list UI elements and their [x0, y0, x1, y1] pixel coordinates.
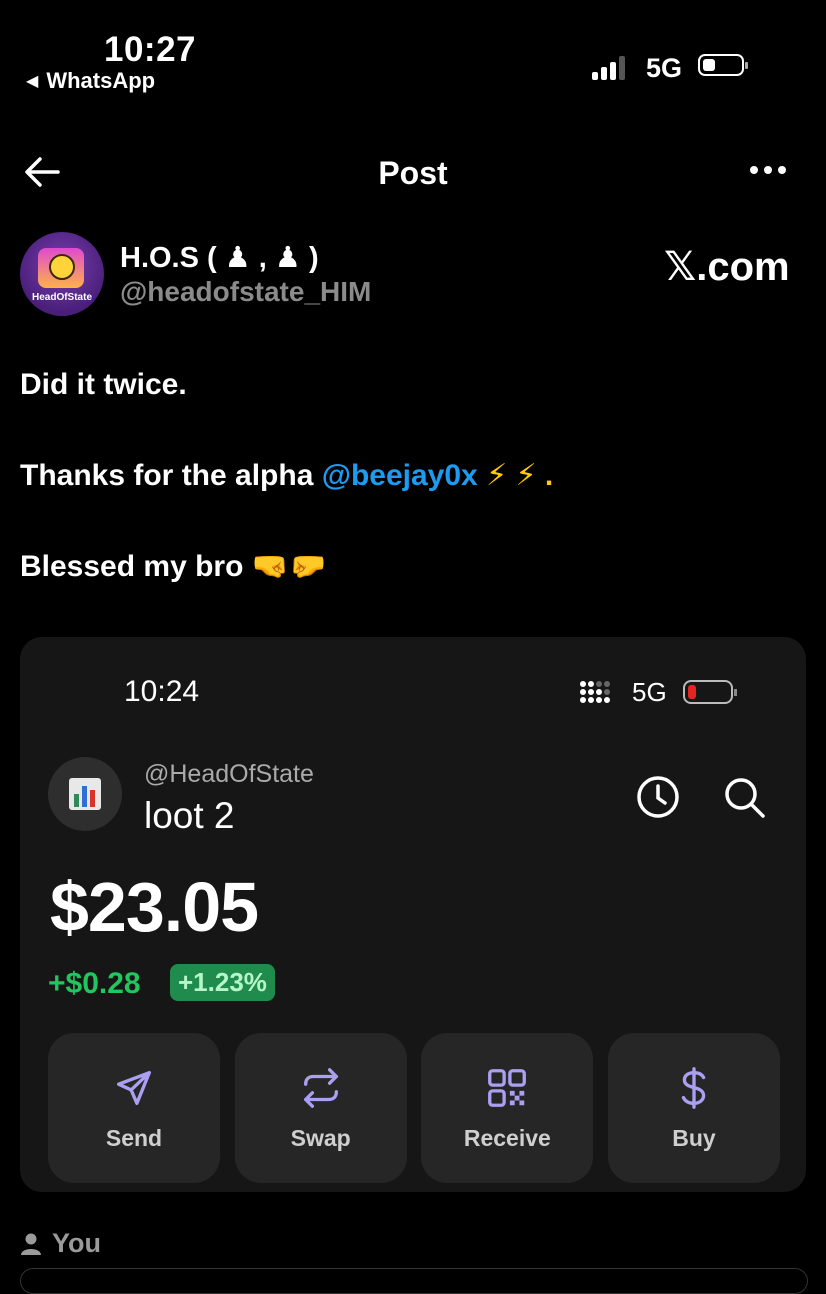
swap-icon	[303, 1067, 338, 1108]
search-icon[interactable]	[720, 773, 768, 821]
author-name[interactable]: H.O.S ( ♟ , ♟ )	[120, 240, 319, 275]
balance-amount: $23.05	[50, 868, 259, 946]
balance-change: +$0.28	[48, 967, 141, 1000]
signal-icon	[592, 54, 625, 80]
send-icon	[116, 1070, 152, 1105]
buy-label: Buy	[672, 1124, 716, 1151]
receive-label: Receive	[463, 1124, 551, 1151]
embedded-time: 10:24	[124, 675, 200, 708]
buy-button[interactable]: Buy	[607, 1033, 780, 1183]
source-label: 𝕏.com	[664, 245, 790, 289]
reply-box-edge[interactable]	[20, 1268, 808, 1294]
more-options-icon[interactable]	[748, 160, 788, 180]
mention-link[interactable]: @beejay0x	[322, 459, 478, 492]
account-chart-icon[interactable]	[48, 757, 122, 831]
fist-bump-emoji: 🤜🤛	[251, 550, 327, 583]
post-line-3-text: Blessed my bro	[20, 550, 252, 583]
embedded-signal-icon	[580, 681, 616, 703]
dollar-icon	[681, 1066, 706, 1109]
network-label: 5G	[646, 53, 683, 83]
post-line-1: Did it twice.	[20, 368, 187, 401]
embedded-battery-icon	[683, 680, 737, 704]
swap-button[interactable]: Swap	[234, 1033, 407, 1183]
you-label: You	[52, 1228, 101, 1258]
back-to-app-link[interactable]: ◀ WhatsApp	[26, 68, 155, 94]
embedded-network: 5G	[632, 677, 667, 707]
wallet-handle: @HeadOfState	[144, 760, 314, 788]
status-time: 10:27	[104, 30, 197, 69]
post-line-2: Thanks for the alpha @beejay0x ⚡ ⚡ .	[20, 458, 553, 493]
battery-icon	[698, 54, 748, 76]
back-app-label: WhatsApp	[46, 68, 156, 93]
avatar-label: HeadOfState	[31, 292, 92, 303]
post-line-3: Blessed my bro 🤜🤛	[20, 549, 326, 584]
change-percent-badge: +1.23%	[170, 964, 275, 1001]
back-triangle-icon: ◀	[26, 73, 39, 90]
receive-button[interactable]: Receive	[421, 1033, 594, 1183]
post-line-2-text: Thanks for the alpha	[20, 459, 322, 492]
qr-icon	[488, 1068, 527, 1107]
page-title: Post	[378, 155, 448, 191]
wallet-actions: Send Swap Receive Buy	[48, 1033, 780, 1183]
history-clock-icon[interactable]	[634, 773, 682, 821]
lightning-emoji: ⚡ ⚡ .	[477, 459, 554, 492]
author-handle[interactable]: @headofstate_HIM	[120, 276, 371, 308]
send-label: Send	[105, 1124, 163, 1151]
swap-label: Swap	[290, 1124, 351, 1151]
avatar[interactable]: HeadOfState	[20, 232, 104, 316]
person-icon	[21, 1233, 41, 1255]
embedded-wallet-screenshot[interactable]: 10:24 5G @HeadOfState loot 2 $23.05 +$0.…	[20, 637, 806, 1192]
you-section: You	[20, 1228, 101, 1259]
send-button[interactable]: Send	[48, 1033, 220, 1183]
account-name[interactable]: loot 2	[144, 795, 235, 837]
